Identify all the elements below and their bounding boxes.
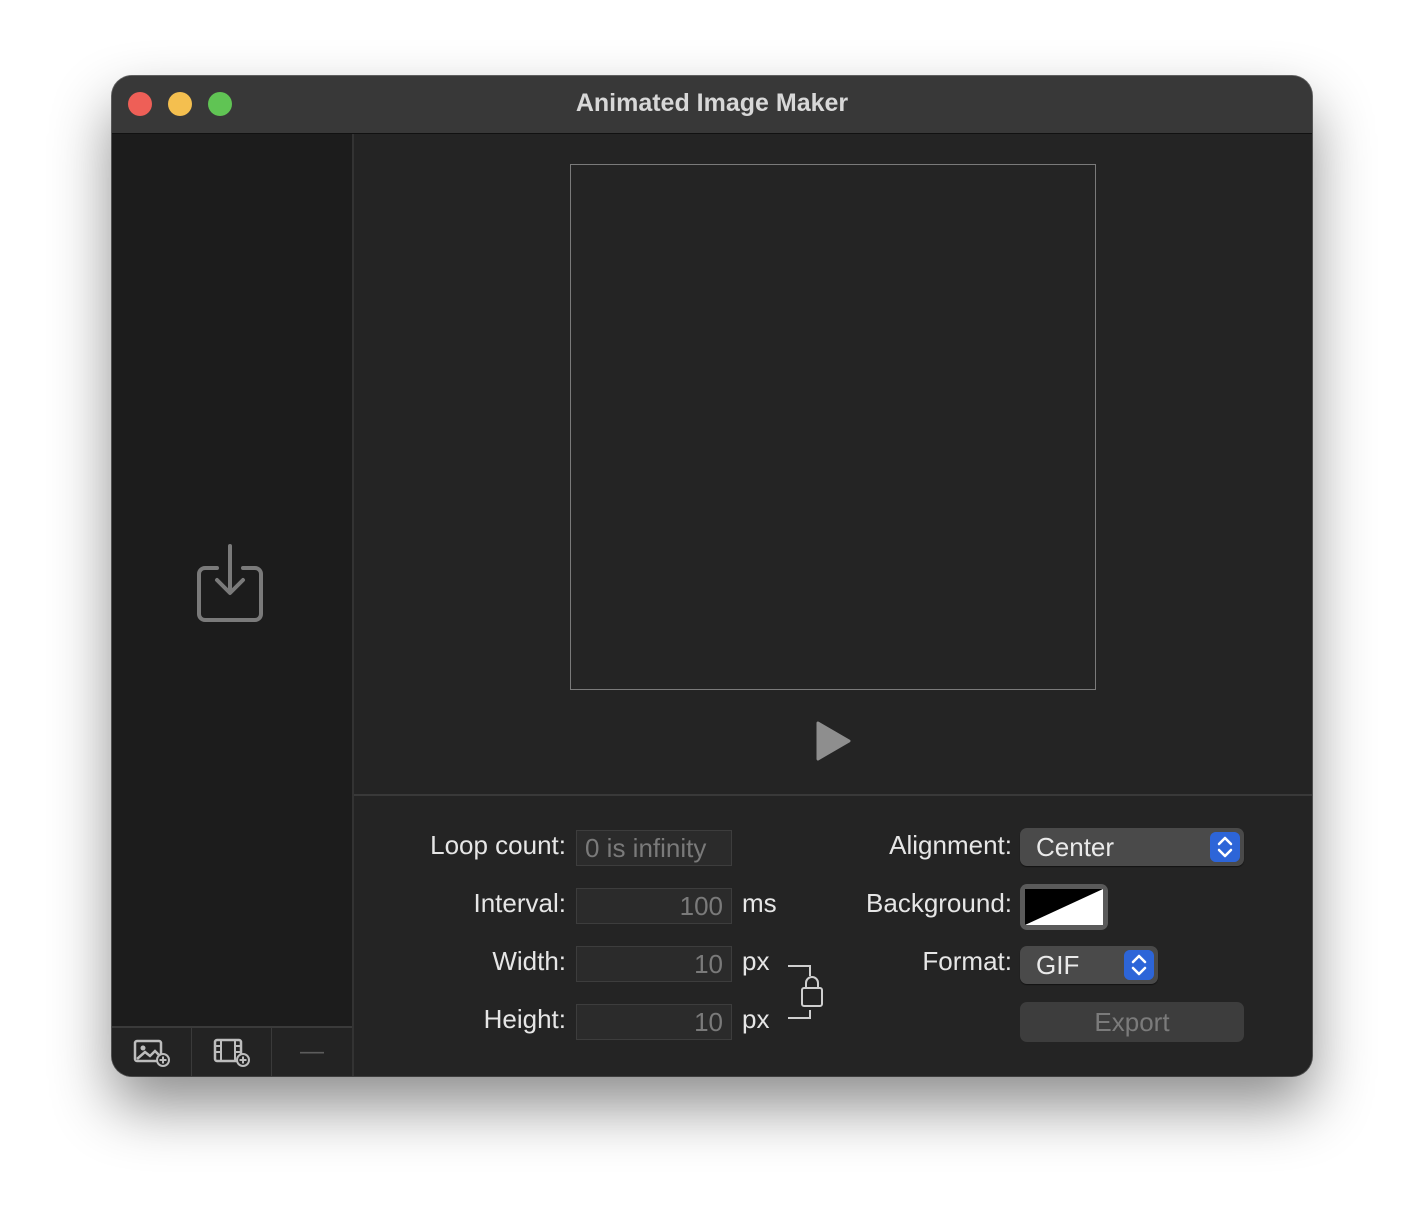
aspect-lock-icon[interactable] bbox=[786, 964, 828, 1020]
interval-field[interactable]: 100 bbox=[576, 888, 732, 924]
width-field[interactable]: 10 bbox=[576, 946, 732, 982]
format-value: GIF bbox=[1036, 950, 1080, 980]
add-image-button[interactable] bbox=[112, 1028, 192, 1076]
window-title: Animated Image Maker bbox=[575, 89, 849, 117]
alignment-popup[interactable]: Center bbox=[1020, 828, 1244, 866]
width-label: Width: bbox=[492, 946, 566, 976]
width-unit: px bbox=[742, 946, 770, 976]
minus-icon: — bbox=[300, 1038, 324, 1065]
add-video-button[interactable] bbox=[192, 1028, 272, 1076]
alignment-label: Alignment: bbox=[889, 830, 1012, 860]
loop-count-placeholder: 0 is infinity bbox=[585, 833, 707, 863]
height-field[interactable]: 10 bbox=[576, 1004, 732, 1040]
format-label: Format: bbox=[922, 946, 1012, 976]
interval-label: Interval: bbox=[473, 888, 567, 918]
add-image-icon bbox=[133, 1039, 170, 1067]
divider bbox=[354, 794, 1312, 796]
format-popup[interactable]: GIF bbox=[1020, 946, 1158, 984]
loop-count-field[interactable]: 0 is infinity bbox=[576, 830, 732, 866]
title-bar[interactable]: Animated Image Maker bbox=[112, 76, 1312, 134]
app-window: Animated Image Maker — Loop count: 0 is … bbox=[112, 76, 1312, 1076]
background-color-well[interactable] bbox=[1020, 884, 1108, 930]
play-button[interactable] bbox=[814, 720, 852, 762]
chevron-updown-icon bbox=[1124, 950, 1154, 980]
height-unit: px bbox=[742, 1004, 770, 1034]
import-tray-icon bbox=[197, 544, 263, 622]
loop-count-label: Loop count: bbox=[430, 830, 566, 860]
sidebar-toolbar: — bbox=[112, 1026, 352, 1076]
background-label: Background: bbox=[866, 888, 1012, 918]
export-button[interactable]: Export bbox=[1020, 1002, 1244, 1042]
alignment-value: Center bbox=[1036, 832, 1115, 862]
preview-canvas bbox=[570, 164, 1096, 690]
remove-frame-button[interactable]: — bbox=[272, 1028, 352, 1076]
interval-unit: ms bbox=[742, 888, 777, 918]
main-panel: Loop count: 0 is infinity Interval: 100 … bbox=[354, 134, 1312, 1076]
color-well-none-icon bbox=[1025, 889, 1103, 925]
add-video-icon bbox=[213, 1038, 250, 1067]
chevron-updown-icon bbox=[1210, 832, 1240, 862]
frames-sidebar[interactable]: — bbox=[112, 134, 354, 1076]
height-label: Height: bbox=[483, 1004, 566, 1034]
